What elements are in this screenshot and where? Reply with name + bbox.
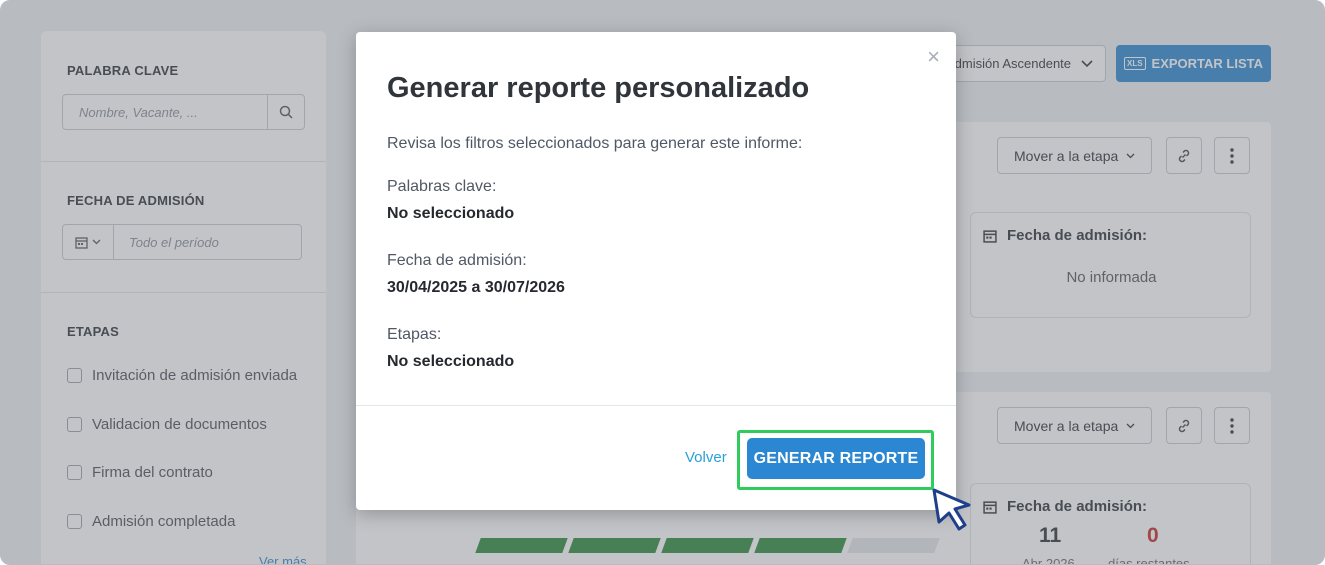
back-button[interactable]: Volver [685, 449, 727, 466]
mouse-pointer-icon [932, 488, 971, 531]
generate-report-button[interactable]: GENERAR REPORTE [747, 438, 925, 479]
app-window: PALABRA CLAVE Nombre, Vacante, ... FECHA… [0, 0, 1325, 565]
filter-value: No seleccionado [387, 205, 515, 222]
filter-label: Palabras clave: [387, 178, 497, 195]
dialog-title: Generar reporte personalizado [387, 72, 810, 104]
dialog-footer-divider [356, 405, 956, 406]
dialog-intro: Revisa los filtros seleccionados para ge… [387, 135, 803, 152]
filter-label: Etapas: [387, 326, 442, 343]
filter-label: Fecha de admisión: [387, 252, 527, 269]
filter-value: No seleccionado [387, 353, 515, 370]
filter-value: 30/04/2025 a 30/07/2026 [387, 279, 565, 296]
close-icon[interactable]: × [927, 46, 940, 68]
